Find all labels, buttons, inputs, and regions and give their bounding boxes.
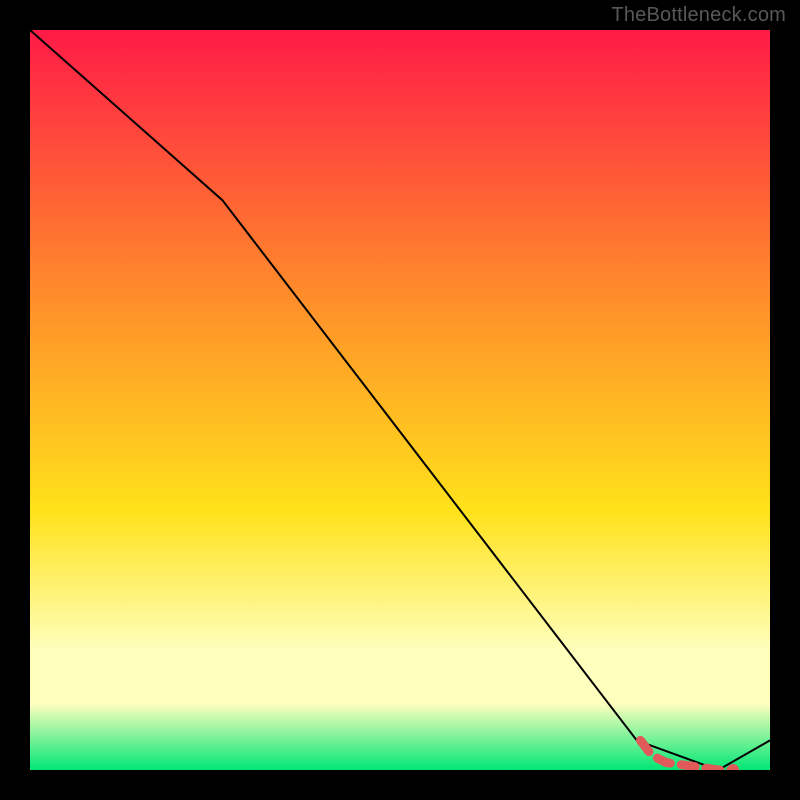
plot-background bbox=[30, 30, 770, 770]
optimum-marker bbox=[727, 764, 739, 776]
chart-container: TheBottleneck.com bbox=[0, 0, 800, 800]
watermark-label: TheBottleneck.com bbox=[611, 4, 786, 27]
bottleneck-chart bbox=[0, 0, 800, 800]
